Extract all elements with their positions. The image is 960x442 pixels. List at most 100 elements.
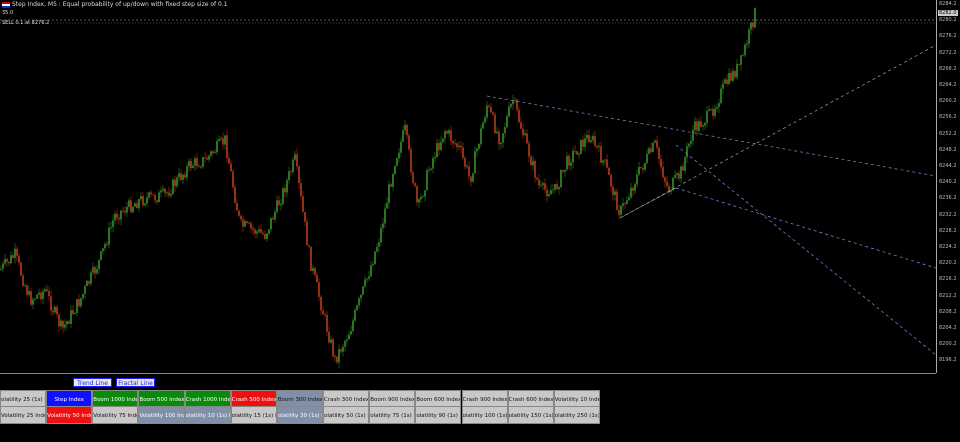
candle-body: [348, 334, 350, 340]
candle-body: [112, 220, 114, 227]
candle-body: [608, 167, 610, 175]
candle-body: [686, 146, 688, 158]
candle-body: [148, 192, 150, 198]
candle-body: [450, 130, 452, 141]
candle-body: [122, 210, 124, 212]
candle-body: [44, 289, 46, 292]
candle-body: [136, 203, 138, 209]
candle-body: [296, 154, 298, 167]
price-chart[interactable]: Step Index, M5 : Equal probability of up…: [0, 0, 937, 373]
candle-body: [520, 122, 522, 129]
candle-body: [602, 160, 604, 163]
candle-body: [438, 143, 440, 151]
candlestick-chart[interactable]: [0, 0, 937, 373]
candle-body: [676, 173, 678, 175]
symbol-button[interactable]: olatility 30 (1s) Inde: [276, 406, 324, 424]
candle-body: [378, 242, 380, 247]
candle-body: [712, 109, 714, 116]
symbol-button[interactable]: olatility 100 (1s) Ind: [461, 406, 508, 424]
candle-body: [92, 267, 94, 273]
symbol-button[interactable]: olatility 10 (1s) Inde: [184, 406, 231, 424]
trend-line-button[interactable]: Trend Line: [73, 378, 112, 387]
candle-body: [586, 135, 588, 139]
candle-body: [162, 188, 164, 191]
candle-body: [580, 139, 582, 154]
candle-body: [192, 165, 194, 169]
candle-body: [748, 29, 750, 44]
candle-body: [736, 64, 738, 78]
price-tick: 8276.2: [939, 33, 957, 40]
candle-body: [548, 194, 550, 197]
candle-body: [698, 121, 700, 131]
candle-body: [182, 174, 184, 180]
candle-body: [446, 131, 448, 134]
candle-body: [268, 229, 270, 234]
candle-body: [114, 213, 116, 221]
candle-body: [442, 138, 444, 142]
candle-body: [188, 160, 190, 167]
candle-body: [346, 339, 348, 341]
candle-body: [558, 187, 560, 190]
candle-body: [502, 133, 504, 143]
candle-body: [314, 268, 316, 275]
candle-body: [286, 180, 288, 193]
candle-body: [14, 248, 16, 258]
candle-body: [186, 166, 188, 178]
candle-body: [650, 148, 652, 152]
candle-body: [726, 79, 728, 84]
candle-body: [642, 168, 644, 170]
candle-body: [302, 196, 304, 212]
candle-body: [200, 166, 202, 168]
symbol-button[interactable]: Volatility 100 Index: [138, 406, 185, 424]
symbol-button[interactable]: olatility 50 (1s) Inde: [323, 406, 370, 424]
candle-body: [176, 177, 178, 187]
price-tick: 8208.2: [939, 308, 957, 315]
price-tick: 8248.2: [939, 146, 957, 153]
symbol-button[interactable]: olatility 15 (1s) Inde: [230, 406, 277, 424]
candle-body: [588, 135, 590, 143]
candle-body: [590, 140, 592, 143]
candle-body: [316, 274, 318, 283]
trend-line-4: [675, 144, 937, 356]
candle-body: [68, 321, 70, 324]
candle-body: [652, 142, 654, 152]
candle-body: [654, 140, 656, 143]
candle-body: [632, 187, 634, 191]
candle-body: [620, 205, 622, 215]
candle-body: [562, 170, 564, 172]
candle-body: [494, 114, 496, 133]
symbol-button[interactable]: Volatility 75 Index: [92, 406, 139, 424]
candle-body: [448, 130, 450, 134]
candle-body: [672, 177, 674, 190]
candle-body: [104, 244, 106, 249]
candle-body: [482, 122, 484, 129]
candle-body: [628, 197, 630, 201]
candle-body: [664, 177, 666, 182]
symbol-button[interactable]: olatility 150 (1s) Ind: [507, 406, 554, 424]
fractal-line-button[interactable]: Fractal Line: [116, 378, 155, 387]
symbol-button[interactable]: olatility 75 (1s) Inde: [369, 406, 416, 424]
candle-body: [108, 227, 110, 245]
candle-body: [490, 106, 492, 113]
candle-body: [634, 184, 636, 191]
candle-body: [236, 202, 238, 211]
symbol-button[interactable]: olatility 90 (1s) Inde: [415, 406, 462, 424]
candle-body: [612, 186, 614, 195]
symbol-button[interactable]: olatility 250 (1s) Ind: [553, 406, 600, 424]
sell-order-label[interactable]: SELL 0.1 at 8276.2: [2, 20, 49, 26]
candle-body: [724, 79, 726, 84]
candle-body: [552, 189, 554, 191]
candle-body: [436, 143, 438, 158]
candle-body: [138, 199, 140, 209]
candle-body: [24, 285, 26, 287]
candle-body: [466, 166, 468, 168]
candle-body: [692, 129, 694, 141]
candle-body: [476, 148, 478, 152]
symbol-button[interactable]: Volatility 25 Index: [0, 406, 47, 424]
candle-body: [660, 159, 662, 168]
price-axis[interactable]: 8282.0 8284.2 8280.2 8276.2 8272.2 8268.2 826…: [936, 0, 960, 373]
candle-body: [174, 179, 176, 187]
symbol-button[interactable]: Volatility 50 Index: [46, 406, 93, 424]
candle-body: [256, 231, 258, 234]
candle-body: [610, 174, 612, 187]
